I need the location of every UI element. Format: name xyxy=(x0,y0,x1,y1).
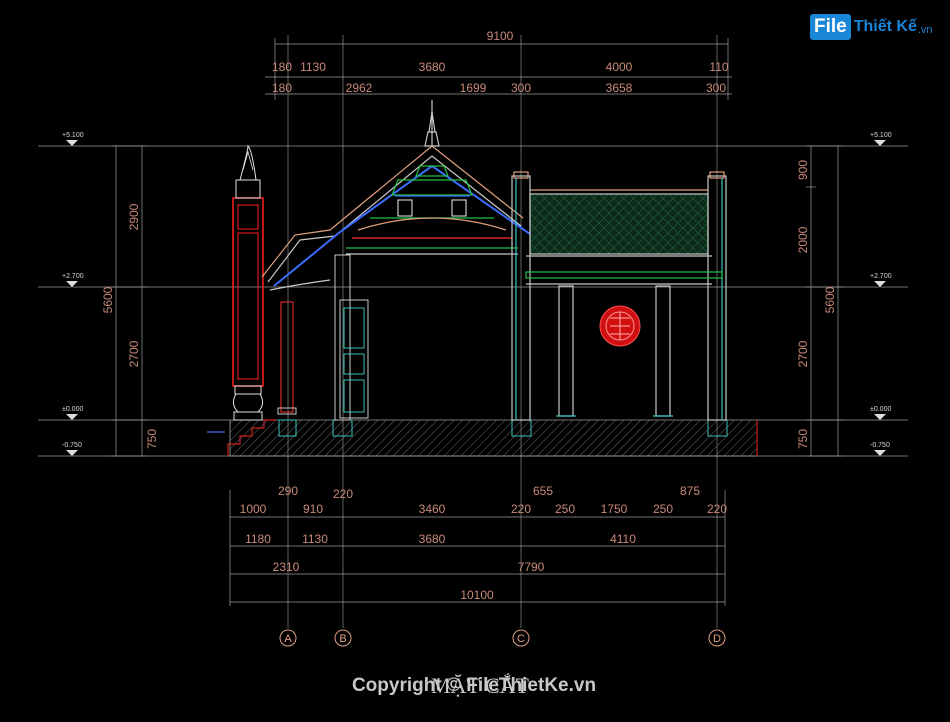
level-label: ±0.000 xyxy=(62,406,83,413)
bottom-dim-r0: 220 xyxy=(333,487,353,501)
top-dimension-lines xyxy=(265,38,732,100)
level-marker xyxy=(874,414,886,420)
grid-axis-label: C xyxy=(517,633,525,645)
bottom-dim-r4: 10100 xyxy=(460,588,494,602)
bottom-dim-r1: 1000 xyxy=(240,502,267,516)
top-dim-r2: 2962 xyxy=(346,81,373,95)
main-roof xyxy=(261,100,531,291)
bottom-dim-r2: 1180 xyxy=(245,532,271,546)
level-label: +5.100 xyxy=(62,132,84,139)
level-marker xyxy=(66,414,78,420)
right-dim-top: 900 xyxy=(796,160,810,180)
front-columns xyxy=(277,254,369,421)
bottom-dim-r3: 7790 xyxy=(518,560,545,574)
level-marker xyxy=(874,140,886,146)
bottom-dim-r0: 290 xyxy=(278,484,298,498)
grid-axis-label: B xyxy=(339,633,346,645)
right-dim-base: 750 xyxy=(796,429,810,449)
level-marker xyxy=(66,450,78,456)
copyright-watermark: Copyright © FileThietKe.vn xyxy=(352,675,596,696)
level-label: -0.750 xyxy=(62,442,82,449)
left-dim-total: 5600 xyxy=(101,286,115,313)
level-markers-left: +5.100 +2.700 ±0.000 -0.750 xyxy=(62,132,84,456)
grid-axis-lines xyxy=(287,35,718,628)
bottom-dim-r2: 4110 xyxy=(610,532,636,546)
round-emblem xyxy=(599,305,641,347)
bottom-dim-r1: 910 xyxy=(303,502,323,516)
top-dim-overall: 9100 xyxy=(487,29,514,43)
left-dim-lower: 2700 xyxy=(127,340,141,367)
top-dim-r2: 3658 xyxy=(606,81,633,95)
gate-pillar xyxy=(232,144,264,421)
top-dim-r1: 180 xyxy=(272,60,292,74)
left-dim-upper: 2900 xyxy=(127,203,141,230)
top-dim-r1: 4000 xyxy=(606,60,633,74)
grid-axis-label: D xyxy=(713,633,721,645)
left-dimension-lines xyxy=(111,145,147,457)
bottom-dim-r0: 875 xyxy=(680,484,700,498)
top-dim-r1: 110 xyxy=(709,60,728,74)
rear-hall xyxy=(511,171,727,421)
bottom-dim-r2: 3680 xyxy=(419,532,446,546)
top-dim-r1: 1130 xyxy=(300,60,326,74)
level-markers-right: +5.100 +2.700 ±0.000 -0.750 xyxy=(870,132,892,456)
bottom-dim-r1: 250 xyxy=(653,502,673,516)
section-drawing: +5.100 +2.700 ±0.000 -0.750 +5.100 +2.70… xyxy=(38,29,908,698)
right-dim-total: 5600 xyxy=(823,286,837,313)
level-marker xyxy=(66,281,78,287)
level-label: +2.700 xyxy=(870,273,892,280)
bottom-dim-r1: 220 xyxy=(707,502,727,516)
left-dim-base: 750 xyxy=(145,429,159,449)
grid-bubbles: A B C D xyxy=(279,629,726,647)
top-dim-r1: 3680 xyxy=(419,60,446,74)
bottom-dim-r1: 250 xyxy=(555,502,575,516)
level-marker xyxy=(874,450,886,456)
bottom-dim-r1: 1750 xyxy=(601,502,628,516)
top-dim-r2: 300 xyxy=(706,81,726,95)
top-dim-r2: 300 xyxy=(511,81,531,95)
bottom-dim-r2: 1130 xyxy=(302,532,328,546)
grid-axis-label: A xyxy=(284,633,292,645)
level-marker xyxy=(874,281,886,287)
level-label: +5.100 xyxy=(870,132,892,139)
bottom-dim-r3: 2310 xyxy=(273,560,300,574)
bottom-dim-r1: 220 xyxy=(511,502,531,516)
ground-foundation xyxy=(207,419,758,457)
bottom-dim-r1: 3460 xyxy=(419,502,446,516)
top-dim-r2: 180 xyxy=(272,81,292,95)
level-label: ±0.000 xyxy=(870,406,891,413)
level-marker xyxy=(66,140,78,146)
bottom-dim-r0: 655 xyxy=(533,484,553,498)
right-dim-upper: 2000 xyxy=(796,226,810,253)
level-label: -0.750 xyxy=(870,442,890,449)
level-lines xyxy=(38,145,908,457)
top-dim-r2: 1699 xyxy=(460,81,487,95)
right-dim-lower: 2700 xyxy=(796,340,810,367)
level-label: +2.700 xyxy=(62,273,84,280)
